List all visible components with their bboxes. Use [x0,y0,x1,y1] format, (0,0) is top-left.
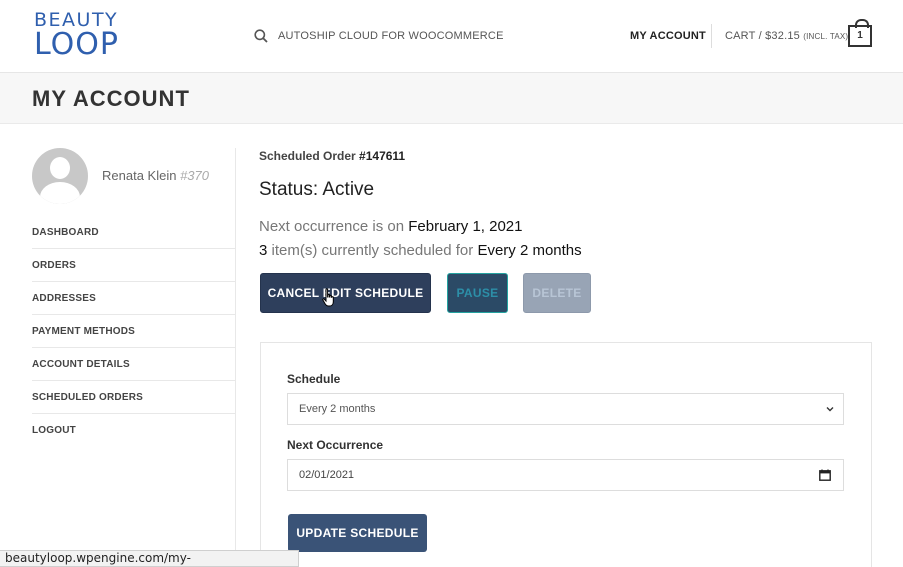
browser-status-bar: beautyloop.wpengine.com/my-account/.../1… [0,550,299,567]
sidebar-item-addresses[interactable]: ADDRESSES [32,282,235,315]
avatar [32,148,88,204]
user-id: #370 [180,168,209,183]
next-occurrence-label: Next Occurrence [287,438,384,452]
sidebar-item-account-details[interactable]: ACCOUNT DETAILS [32,348,235,381]
order-status: Status: Active [259,179,375,200]
next-occurrence-prefix: Next occurrence is on [259,218,405,235]
sidebar-item-payment-methods[interactable]: PAYMENT METHODS [32,315,235,348]
cart-total: CART / $32.15 [725,30,800,42]
calendar-icon[interactable] [819,469,831,481]
update-schedule-button[interactable]: UPDATE SCHEDULE [288,514,427,552]
cart-tax-note: (INCL. TAX) [803,32,849,41]
schedule-select[interactable]: Every 2 months [287,393,844,425]
logo-line-2: LOOP [34,27,119,62]
search-link[interactable]: AUTOSHIP CLOUD FOR WOOCOMMERCE [278,30,504,42]
search-icon[interactable] [254,29,268,43]
cancel-edit-schedule-button[interactable]: CANCEL EDIT SCHEDULE [260,273,431,313]
items-scheduled-text: 3 item(s) currently scheduled for Every … [259,242,582,259]
delete-button[interactable]: DELETE [523,273,591,313]
nav-divider [711,24,712,48]
scheduled-order-number: #147611 [359,149,406,163]
scheduled-order-label: Scheduled Order [259,149,356,163]
pause-button[interactable]: PAUSE [447,273,508,313]
sidebar-divider [235,148,236,567]
next-occurrence-date-input[interactable]: 02/01/2021 [287,459,844,491]
schedule-select-value: Every 2 months [299,403,376,415]
sidebar-item-scheduled-orders[interactable]: SCHEDULED ORDERS [32,381,235,414]
avatar-body [40,182,80,204]
avatar-head [50,157,70,179]
next-occurrence-text: Next occurrence is on February 1, 2021 [259,218,523,235]
sidebar-item-orders[interactable]: ORDERS [32,249,235,282]
schedule-frequency: Every 2 months [477,242,582,259]
scheduled-order-heading: Scheduled Order #147611 [259,149,405,163]
hand-pointer-icon [322,288,334,307]
user-name: Renata Klein #370 [102,168,209,183]
next-occurrence-date-value: 02/01/2021 [299,469,355,481]
user-name-text: Renata Klein [102,168,177,183]
nav-my-account[interactable]: MY ACCOUNT [630,30,706,42]
chevron-down-icon [826,407,834,412]
sidebar-item-logout[interactable]: LOGOUT [32,414,235,447]
schedule-label: Schedule [287,372,341,386]
site-logo[interactable]: BEAUTY LOOP [34,9,124,62]
sidebar-item-dashboard[interactable]: DASHBOARD [32,216,235,249]
page-title: MY ACCOUNT [32,86,190,111]
site-header: BEAUTY LOOP AUTOSHIP CLOUD FOR WOOCOMMER… [0,0,903,73]
cart-count-badge[interactable]: 1 [848,19,872,47]
item-count: 3 [259,242,268,259]
account-sidebar-nav: DASHBOARD ORDERS ADDRESSES PAYMENT METHO… [32,216,235,447]
next-occurrence-date: February 1, 2021 [408,218,523,235]
items-scheduled-label: item(s) currently scheduled for [271,242,474,259]
nav-cart[interactable]: CART / $32.15 (INCL. TAX) [725,30,848,42]
